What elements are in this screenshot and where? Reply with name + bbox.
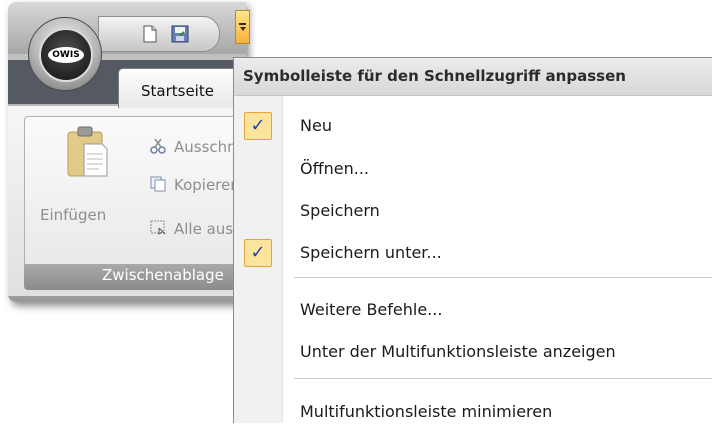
menu-item-label: Speichern unter... (300, 243, 442, 262)
menu-item-speichern[interactable]: Speichern (234, 191, 712, 231)
checkmark-icon: ✓ (244, 239, 272, 267)
menu-item-label: Unter der Multifunktionsleiste anzeigen (300, 342, 616, 361)
save-icon[interactable] (171, 25, 189, 43)
paste-button-label[interactable]: Einfügen (40, 206, 106, 224)
office-button[interactable]: OWIS (28, 17, 102, 91)
qat-dropdown-bar (239, 23, 246, 25)
copy-button[interactable]: Kopieren (150, 176, 240, 194)
menu-item-speichern-unter[interactable]: ✓ Speichern unter... (234, 233, 712, 273)
menu-item-ribbon-minimieren[interactable]: Multifunktionsleiste minimieren (234, 392, 712, 432)
select-all-icon (150, 220, 166, 235)
menu-item-label: Weitere Befehle... (300, 300, 443, 319)
owis-logo: OWIS (48, 47, 84, 63)
menu-item-weitere-befehle[interactable]: Weitere Befehle... (234, 290, 712, 330)
tab-startseite[interactable]: Startseite (118, 68, 246, 108)
qat-dropdown-button[interactable] (235, 10, 250, 44)
new-document-icon[interactable] (141, 25, 159, 43)
menu-item-label: Neu (300, 116, 332, 135)
paste-icon[interactable] (66, 126, 108, 178)
customize-qat-menu: Symbolleiste für den Schnellzugriff anpa… (233, 57, 712, 423)
menu-title: Symbolleiste für den Schnellzugriff anpa… (234, 58, 712, 96)
menu-item-label: Öffnen... (300, 159, 369, 178)
scissors-icon (150, 138, 166, 154)
menu-separator (294, 277, 712, 278)
app-window: OWIS Startseite Einfügen Ausschneiden Ko… (8, 2, 246, 302)
menu-separator (294, 378, 712, 379)
office-button-inner: OWIS (39, 28, 93, 82)
copy-label: Kopieren (174, 176, 240, 194)
menu-item-neu[interactable]: ✓ Neu (234, 106, 712, 146)
checkmark-icon: ✓ (244, 112, 272, 140)
menu-item-label: Speichern (300, 201, 380, 220)
cut-button[interactable]: Ausschneiden (150, 138, 246, 156)
clipboard-group-label: Zwischenablage (102, 266, 224, 284)
menu-item-label: Multifunktionsleiste minimieren (300, 402, 553, 421)
select-all-button[interactable]: Alle auswählen (150, 220, 246, 238)
copy-icon (150, 176, 166, 192)
menu-item-unter-ribbon-anzeigen[interactable]: Unter der Multifunktionsleiste anzeigen (234, 332, 712, 372)
menu-item-oeffnen[interactable]: Öffnen... (234, 149, 712, 189)
chevron-down-icon (239, 27, 246, 31)
quick-access-toolbar (98, 16, 220, 52)
tab-startseite-label: Startseite (141, 82, 214, 100)
